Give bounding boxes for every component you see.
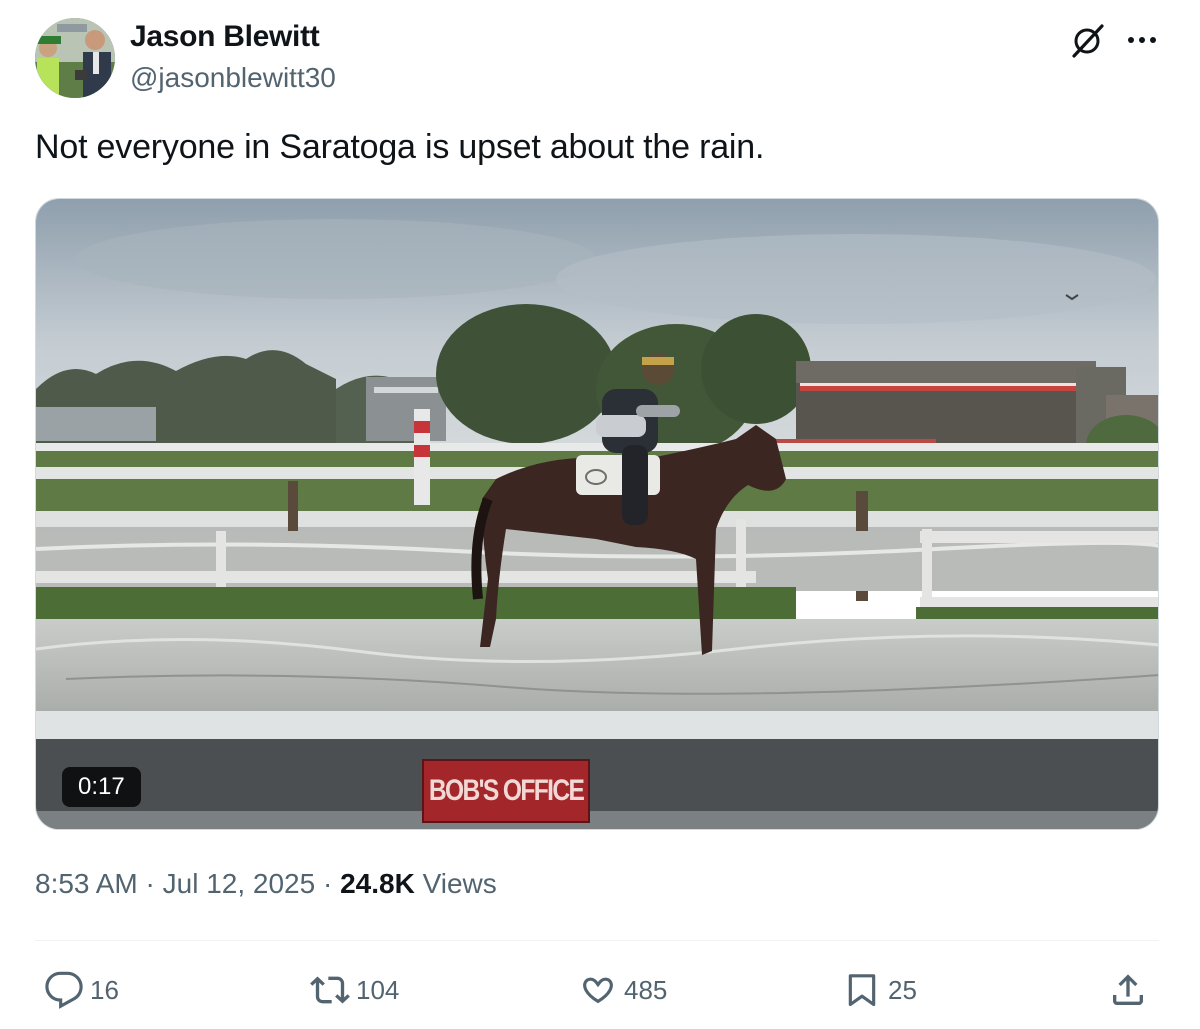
video-frame (36, 199, 1158, 829)
video-duration-badge: 0:17 (62, 767, 141, 807)
repost-icon (310, 976, 350, 1004)
divider (35, 940, 1159, 941)
tweet-text: Not everyone in Saratoga is upset about … (35, 128, 765, 166)
tweet-time[interactable]: 8:53 AM (35, 868, 138, 899)
avatar-image (35, 18, 115, 98)
tweet-meta: 8:53 AM · Jul 12, 2025 · 24.8K Views (35, 868, 497, 900)
like-count: 485 (624, 974, 668, 1005)
reply-icon (45, 971, 83, 1009)
bookmark-count: 25 (888, 974, 917, 1005)
tweet-date[interactable]: Jul 12, 2025 (163, 868, 316, 899)
views-count: 24.8K (340, 868, 415, 899)
share-button[interactable] (1108, 968, 1148, 1012)
bookmark-button[interactable]: 25 (842, 968, 917, 1012)
repost-button[interactable]: 104 (310, 968, 399, 1012)
like-icon (583, 977, 613, 1004)
meta-separator: · (137, 868, 163, 899)
reply-button[interactable]: 16 (44, 968, 119, 1012)
sign-text: BOB'S OFFICE (428, 774, 585, 807)
reply-count: 16 (90, 974, 119, 1005)
share-icon (1113, 974, 1143, 1005)
bobs-office-sign: BOB'S OFFICE (422, 759, 590, 823)
like-button[interactable]: 485 (578, 968, 667, 1012)
repost-count: 104 (356, 974, 400, 1005)
meta-separator: · (315, 868, 341, 899)
author-handle[interactable]: @jasonblewitt30 (130, 62, 336, 94)
views-label: Views (414, 868, 497, 899)
avatar[interactable] (35, 18, 115, 98)
grok-icon[interactable] (1068, 20, 1108, 60)
bookmark-icon (848, 974, 876, 1007)
author-name[interactable]: Jason Blewitt (130, 20, 320, 54)
more-icon[interactable] (1122, 22, 1162, 58)
video-player[interactable]: BOB'S OFFICE 0:17 (35, 198, 1159, 830)
